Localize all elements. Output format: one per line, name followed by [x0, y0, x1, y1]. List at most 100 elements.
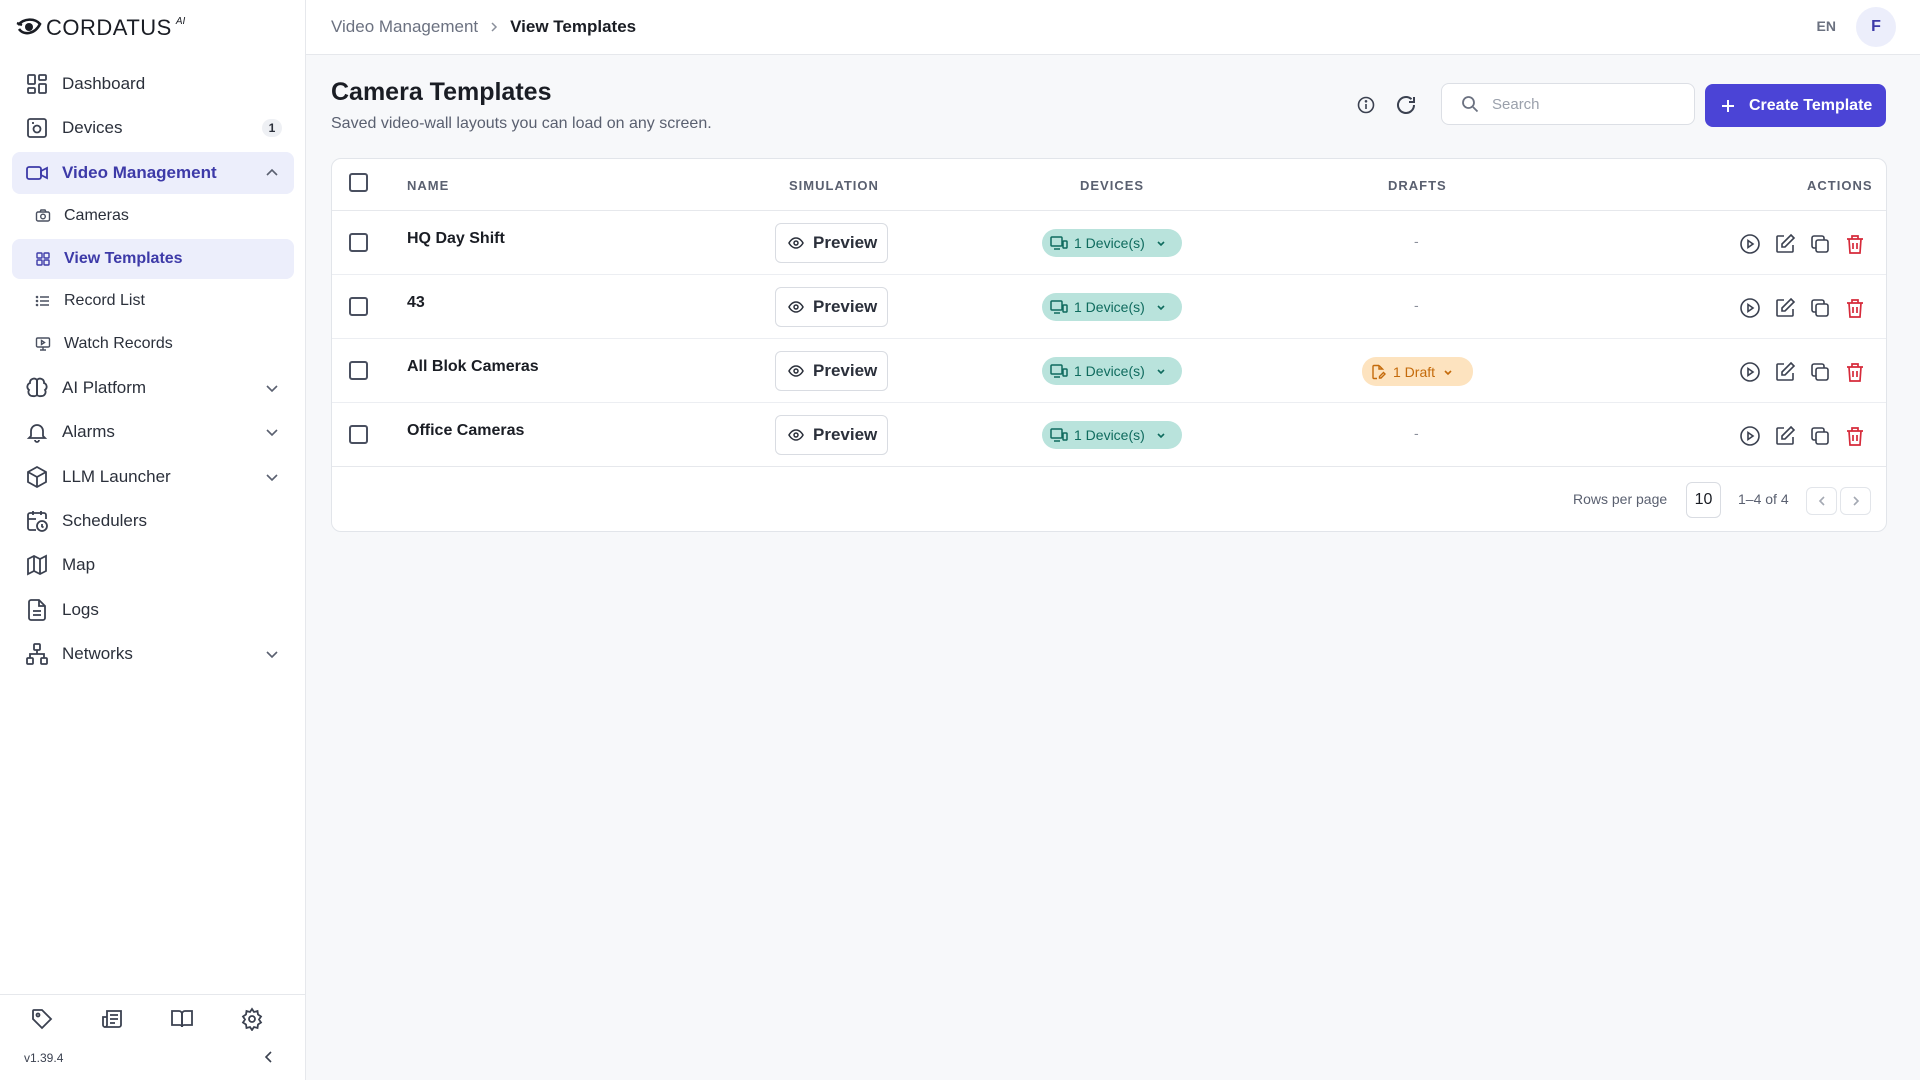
sidebar-item-devices[interactable]: Devices 1 — [12, 107, 294, 149]
calendar-clock-icon — [24, 508, 50, 534]
play-icon[interactable] — [1738, 424, 1761, 447]
sidebar-item-logs[interactable]: Logs — [12, 589, 294, 631]
preview-label: Preview — [813, 425, 878, 444]
edit-icon[interactable] — [1773, 360, 1796, 383]
edit-icon[interactable] — [1773, 424, 1796, 447]
trash-icon[interactable] — [1843, 360, 1866, 383]
chevron-down-icon[interactable] — [264, 424, 280, 440]
play-icon[interactable] — [1738, 360, 1761, 383]
book-icon[interactable] — [168, 1005, 196, 1033]
breadcrumb-video-management[interactable]: Video Management — [331, 17, 478, 37]
plus-icon — [1719, 97, 1737, 115]
preview-button[interactable]: Preview — [775, 415, 888, 455]
row-actions — [1738, 360, 1866, 383]
trash-icon[interactable] — [1843, 296, 1866, 319]
create-template-label: Create Template — [1749, 96, 1873, 114]
sidebar-item-alarms[interactable]: Alarms — [12, 411, 294, 453]
select-all-checkbox[interactable] — [349, 173, 368, 192]
row-actions — [1738, 296, 1866, 319]
edit-icon[interactable] — [1773, 296, 1796, 319]
preview-label: Preview — [813, 233, 878, 252]
preview-button[interactable]: Preview — [775, 223, 888, 263]
brain-icon — [24, 375, 50, 401]
row-checkbox[interactable] — [349, 425, 368, 444]
play-icon[interactable] — [1738, 296, 1761, 319]
sidebar-subitem-cameras[interactable]: Cameras — [12, 196, 294, 236]
search-input[interactable] — [1492, 95, 1682, 113]
sidebar-item-map[interactable]: Map — [12, 544, 294, 586]
sidebar-item-dashboard[interactable]: Dashboard — [12, 63, 294, 105]
row-checkbox[interactable] — [349, 361, 368, 380]
camera-icon — [34, 207, 52, 225]
column-header-actions: ACTIONS — [1807, 178, 1873, 193]
info-icon[interactable] — [1356, 95, 1376, 115]
templates-table: NAME SIMULATION DEVICES DRAFTS ACTIONS H… — [331, 158, 1887, 532]
copy-icon[interactable] — [1808, 360, 1831, 383]
sidebar-subitem-view-templates[interactable]: View Templates — [12, 238, 294, 279]
devices-chip[interactable]: 1 Device(s) — [1042, 293, 1182, 321]
package-icon — [24, 464, 50, 490]
chevron-up-icon[interactable] — [264, 165, 280, 181]
tag-icon[interactable] — [28, 1005, 56, 1033]
chevron-down-icon[interactable] — [264, 380, 280, 396]
chevron-down-icon[interactable] — [264, 646, 280, 662]
brand-sup: AI — [175, 15, 186, 27]
chevron-down-icon — [1155, 237, 1167, 249]
copy-icon[interactable] — [1808, 232, 1831, 255]
play-icon[interactable] — [1738, 232, 1761, 255]
row-checkbox[interactable] — [349, 233, 368, 252]
devices-chip[interactable]: 1 Device(s) — [1042, 357, 1182, 385]
network-icon — [24, 641, 50, 667]
sidebar-subitem-watch-records[interactable]: Watch Records — [12, 324, 294, 364]
chevron-down-icon — [1155, 365, 1167, 377]
sidebar-item-label: Video Management — [62, 162, 217, 182]
chevron-down-icon[interactable] — [264, 469, 280, 485]
gear-icon[interactable] — [238, 1005, 266, 1033]
list-icon — [34, 292, 52, 310]
trash-icon[interactable] — [1843, 232, 1866, 255]
template-name: HQ Day Shift — [407, 230, 505, 247]
row-checkbox[interactable] — [349, 297, 368, 316]
newspaper-icon[interactable] — [98, 1005, 126, 1033]
rows-per-page-select[interactable]: 10 — [1686, 482, 1721, 518]
previous-page-button[interactable] — [1806, 487, 1837, 515]
next-page-button[interactable] — [1840, 487, 1871, 515]
breadcrumb: Video Management View Templates — [331, 17, 636, 37]
sidebar-item-networks[interactable]: Networks — [12, 633, 294, 675]
devices-icon — [24, 115, 50, 141]
device-icon — [1050, 299, 1068, 315]
sidebar-subitem-record-list[interactable]: Record List — [12, 281, 294, 321]
sidebar-item-llm-launcher[interactable]: LLM Launcher — [12, 456, 294, 498]
brand-logo[interactable]: CORDATUS AI — [16, 14, 185, 42]
sidebar-item-ai-platform[interactable]: AI Platform — [12, 367, 294, 409]
copy-icon[interactable] — [1808, 424, 1831, 447]
refresh-icon[interactable] — [1394, 93, 1418, 117]
sidebar: CORDATUS AI Dashboard Devices 1 Video Ma… — [0, 0, 306, 1080]
devices-chip[interactable]: 1 Device(s) — [1042, 421, 1182, 449]
drafts-chip[interactable]: 1 Draft — [1362, 357, 1473, 386]
eye-icon — [788, 235, 804, 251]
chevron-down-icon — [1442, 366, 1454, 378]
column-header-drafts: DRAFTS — [1388, 178, 1447, 193]
table-row[interactable]: 43 Preview 1 Device(s) - — [332, 275, 1886, 339]
collapse-sidebar-icon[interactable] — [261, 1049, 277, 1065]
avatar[interactable]: F — [1856, 7, 1896, 47]
table-row[interactable]: Office Cameras Preview 1 Device(s) - — [332, 403, 1886, 467]
create-template-button[interactable]: Create Template — [1705, 84, 1886, 127]
trash-icon[interactable] — [1843, 424, 1866, 447]
devices-count-badge: 1 — [262, 119, 282, 138]
table-row[interactable]: HQ Day Shift Preview 1 Device(s) - — [332, 211, 1886, 275]
sidebar-item-label: Networks — [62, 643, 133, 663]
search-box[interactable] — [1441, 83, 1695, 125]
video-camera-icon — [24, 160, 50, 186]
sidebar-item-video-management[interactable]: Video Management — [12, 151, 294, 194]
device-icon — [1050, 427, 1068, 443]
sidebar-item-schedulers[interactable]: Schedulers — [12, 500, 294, 542]
table-row[interactable]: All Blok Cameras Preview 1 Device(s) 1 D… — [332, 339, 1886, 403]
devices-chip[interactable]: 1 Device(s) — [1042, 229, 1182, 257]
edit-icon[interactable] — [1773, 232, 1796, 255]
language-switcher[interactable]: EN — [1817, 18, 1836, 34]
copy-icon[interactable] — [1808, 296, 1831, 319]
preview-button[interactable]: Preview — [775, 351, 888, 391]
preview-button[interactable]: Preview — [775, 287, 888, 327]
